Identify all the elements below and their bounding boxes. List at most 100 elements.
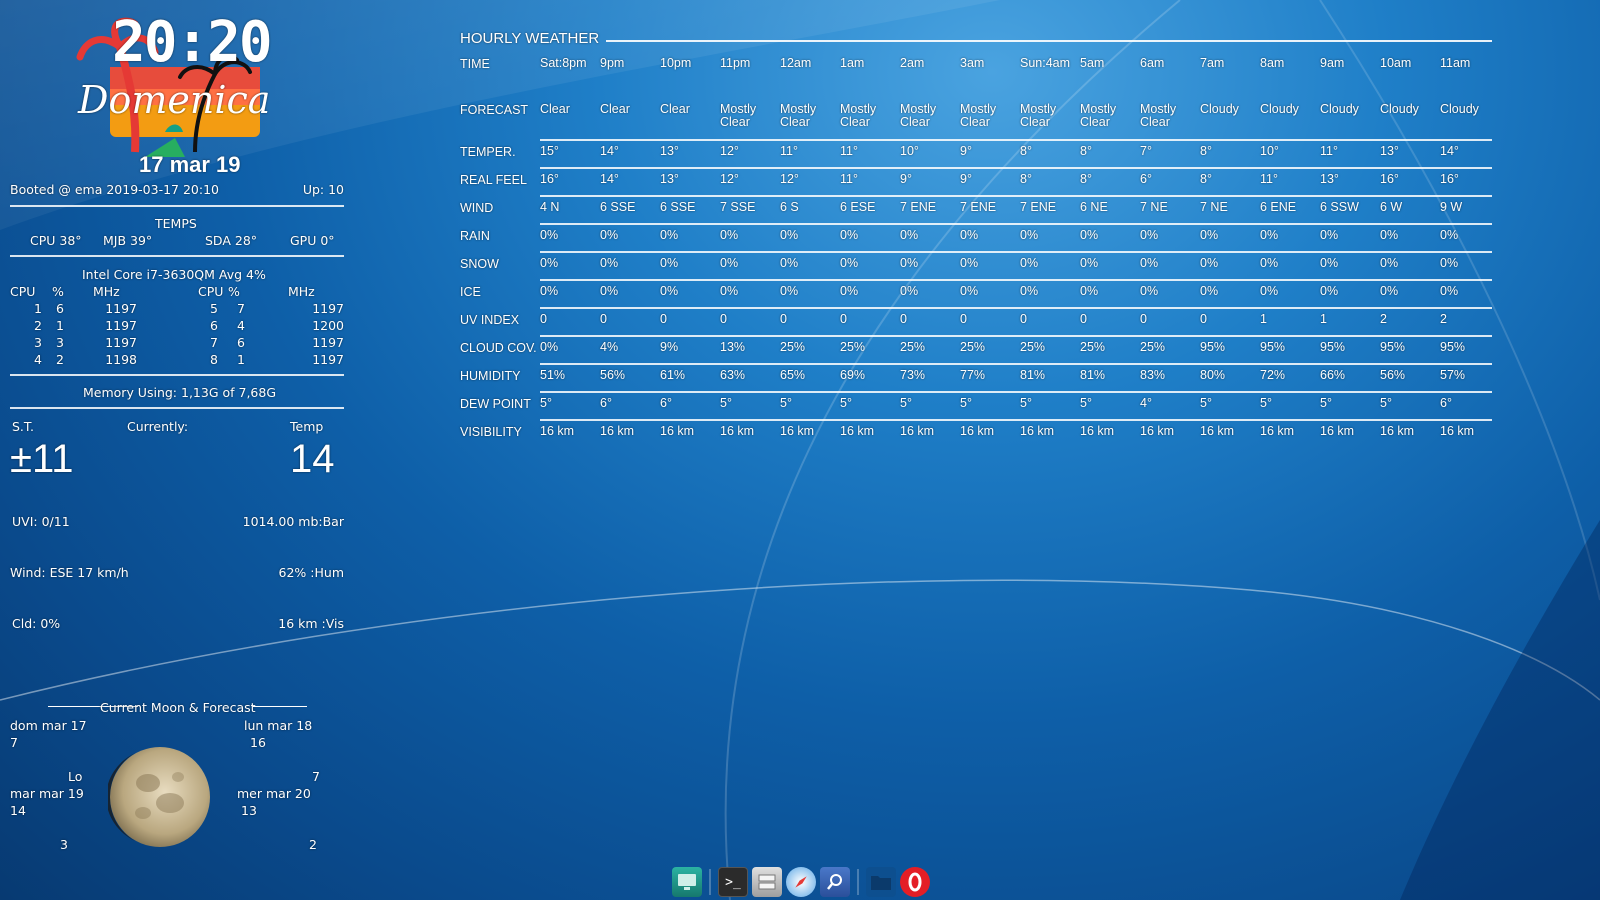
weather-cell: 0% <box>540 228 559 242</box>
weather-cell: Clear <box>660 102 690 116</box>
cpu-header-mhz: MHz <box>93 284 120 299</box>
time-cell: 11pm <box>720 56 751 70</box>
weather-cell: Mostly Clear <box>720 102 757 129</box>
weather-cell: 0% <box>600 284 619 298</box>
opera-icon[interactable] <box>900 867 930 897</box>
weather-cell: 5° <box>1080 396 1092 410</box>
terminal-icon[interactable]: >_ <box>718 867 748 897</box>
weather-cell: 7° <box>1140 144 1152 158</box>
weather-cell: 66% <box>1320 368 1346 382</box>
currently-label: Currently: <box>127 419 189 434</box>
weather-cell: Mostly Clear <box>1080 102 1117 129</box>
weather-cell: 51% <box>540 368 566 382</box>
weather-cell: 15° <box>540 144 559 158</box>
moon-bottom-left-value: 3 <box>60 837 68 852</box>
clouds: Cld: 0% <box>12 616 61 631</box>
weather-cell: 16 km <box>1380 424 1415 438</box>
weather-cell: 9% <box>660 340 679 354</box>
row-label: TIME <box>460 57 490 71</box>
cpu-core-usage: 3 <box>56 335 64 350</box>
moon-day-date: lun mar 18 <box>244 718 313 733</box>
weather-cell: 72% <box>1260 368 1286 382</box>
cpu-core-id: 1 <box>34 301 42 316</box>
weather-cell: 0% <box>1320 284 1339 298</box>
weather-cell: 6° <box>600 396 612 410</box>
weather-cell: 5° <box>1020 396 1032 410</box>
boot-time: Booted @ ema 2019-03-17 20:10 <box>10 182 219 197</box>
cpu-core-mhz: 1197 <box>105 335 137 350</box>
pressure: 1014.00 mb:Bar <box>242 514 344 529</box>
time-cell: 7am <box>1200 56 1225 70</box>
weather-cell: 95% <box>1440 340 1466 354</box>
moon-title: Current Moon & Forecast <box>100 700 256 715</box>
weather-cell: 0% <box>960 228 979 242</box>
weather-cell: 95% <box>1200 340 1226 354</box>
weather-cell: Cloudy <box>1380 102 1419 116</box>
weather-cell: 0% <box>540 256 559 270</box>
cpu-core-mhz: 1197 <box>312 301 344 316</box>
weather-cell: 61% <box>660 368 686 382</box>
weather-cell: 16 km <box>1200 424 1235 438</box>
weather-cell: 0% <box>1140 284 1159 298</box>
weather-cell: 69% <box>840 368 866 382</box>
weather-cell: 0% <box>720 284 739 298</box>
cpu-core-usage: 4 <box>237 318 245 333</box>
weather-cell: 2 <box>1380 312 1387 326</box>
moon-bottom-right-value: 2 <box>309 837 317 852</box>
weather-cell: 16 km <box>660 424 695 438</box>
weather-cell: 0% <box>1020 228 1039 242</box>
weather-cell: 0% <box>1320 256 1339 270</box>
weather-cell: 11° <box>840 144 858 158</box>
cpu-core-usage: 1 <box>56 318 64 333</box>
weather-cell: 6 NE <box>1080 200 1108 214</box>
cpu-core-mhz: 1197 <box>312 352 344 367</box>
weather-cell: 95% <box>1380 340 1406 354</box>
cpu-core-mhz: 1197 <box>105 318 137 333</box>
divider <box>10 374 344 376</box>
weather-cell: 0% <box>720 228 739 242</box>
file-manager-icon[interactable] <box>752 867 782 897</box>
weather-cell: 95% <box>1320 340 1346 354</box>
folder-icon[interactable] <box>866 867 896 897</box>
hourly-weather-title: HOURLY WEATHER <box>460 30 600 47</box>
cpu-header-pct: % <box>228 284 240 299</box>
weather-cell: 6° <box>660 396 672 410</box>
row-label: DEW POINT <box>460 397 531 411</box>
safari-compass-icon[interactable] <box>786 867 816 897</box>
system-monitor-panel: 20:20 Domenica 17 mar 19 Booted @ ema 20… <box>0 0 350 860</box>
weather-cell: 12° <box>720 144 739 158</box>
weather-row-real-feel: REAL FEEL 16° 14° 13° 12° 12° 11° 9° 9° 8° 8° 6° 8° 1… <box>460 170 1492 198</box>
cpu-core-id: 4 <box>34 352 42 367</box>
weather-cell: 13% <box>720 340 746 354</box>
weather-row-temper: TEMPER. 15° 14° 13° 12° 11° 11° 10° 9° 8° 8° 7° 8° 10… <box>460 142 1492 170</box>
weather-cell: 0% <box>900 256 919 270</box>
clock-date: 17 mar 19 <box>139 152 241 177</box>
cpu-core-usage: 7 <box>237 301 245 316</box>
weather-cell: 11° <box>1260 172 1278 186</box>
weather-cell: 11° <box>780 144 798 158</box>
weather-cell: Mostly Clear <box>960 102 997 129</box>
weather-cell: 25% <box>1080 340 1106 354</box>
visibility: 16 km :Vis <box>278 616 344 631</box>
weather-cell: 0% <box>1380 228 1399 242</box>
cpu-header-cpu: CPU <box>198 284 224 299</box>
weather-cell: 5° <box>720 396 732 410</box>
row-label: CLOUD COV. <box>460 341 537 355</box>
search-icon[interactable] <box>820 867 850 897</box>
monitor-app-icon[interactable] <box>672 867 702 897</box>
weather-cell: 8° <box>1080 172 1092 186</box>
weather-cell: 65% <box>780 368 806 382</box>
weather-cell: 81% <box>1020 368 1046 382</box>
temp-sda: SDA 28° <box>205 233 258 248</box>
weather-cell: 0% <box>1320 228 1339 242</box>
weather-cell: 1 <box>1320 312 1327 326</box>
divider <box>253 706 307 707</box>
weather-cell: 25% <box>1140 340 1166 354</box>
row-label: RAIN <box>460 229 490 243</box>
moon-lo-label: Lo <box>68 769 83 784</box>
weather-cell: 0% <box>600 256 619 270</box>
weather-cell: 5° <box>1260 396 1272 410</box>
weather-cell: 0 <box>660 312 667 326</box>
dock-separator <box>709 869 711 895</box>
weather-cell: 0 <box>1200 312 1207 326</box>
